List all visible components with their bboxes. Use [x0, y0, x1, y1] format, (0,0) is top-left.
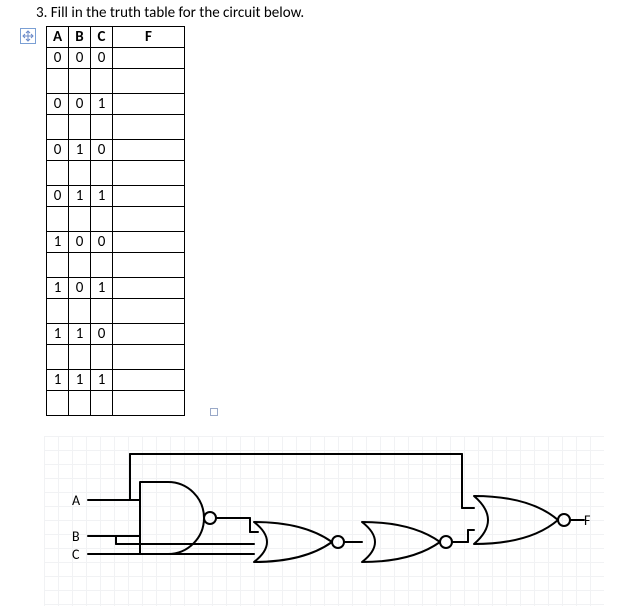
table-row: 1 1 1	[47, 370, 185, 391]
col-header-f: F	[113, 27, 185, 48]
table-blank-row	[47, 299, 185, 324]
circuit-svg	[44, 436, 604, 606]
table-blank-row	[47, 207, 185, 232]
cell-f[interactable]	[113, 48, 185, 69]
question-prompt: 3. Fill in the truth table for the circu…	[36, 4, 304, 22]
table-header-row: A B C F	[47, 27, 185, 48]
cell-b: 0	[69, 278, 91, 299]
col-header-a: A	[47, 27, 69, 48]
cell-f[interactable]	[113, 186, 185, 207]
cell-b: 0	[69, 232, 91, 253]
table-blank-row	[47, 253, 185, 278]
table-blank-row	[47, 345, 185, 370]
cell-c: 1	[91, 94, 113, 115]
table-blank-row	[47, 391, 185, 416]
table-row: 1 0 0	[47, 232, 185, 253]
col-header-c: C	[91, 27, 113, 48]
circuit-diagram: A B C F	[44, 436, 604, 606]
cell-c: 1	[91, 186, 113, 207]
cell-b: 1	[69, 140, 91, 161]
cell-f[interactable]	[113, 94, 185, 115]
cell-b: 1	[69, 186, 91, 207]
cell-a: 0	[47, 140, 69, 161]
table-resize-handle-icon[interactable]	[210, 408, 218, 416]
cell-a: 1	[47, 232, 69, 253]
cell-f[interactable]	[113, 324, 185, 345]
cell-a: 0	[47, 186, 69, 207]
cell-b: 0	[69, 48, 91, 69]
table-row: 0 0 1	[47, 94, 185, 115]
cell-c: 0	[91, 140, 113, 161]
col-header-b: B	[69, 27, 91, 48]
table-row: 0 1 0	[47, 140, 185, 161]
cell-b: 1	[69, 370, 91, 391]
cell-a: 0	[47, 94, 69, 115]
cell-b: 1	[69, 324, 91, 345]
cell-c: 1	[91, 370, 113, 391]
table-row: 1 0 1	[47, 278, 185, 299]
cell-a: 0	[47, 48, 69, 69]
cell-f[interactable]	[113, 232, 185, 253]
cell-c: 1	[91, 278, 113, 299]
truth-table: A B C F 0 0 0 0 0 1 0 1 0 0 1 1 1 0 0 1	[46, 26, 185, 416]
cell-f[interactable]	[113, 370, 185, 391]
cell-c: 0	[91, 48, 113, 69]
cell-f[interactable]	[113, 140, 185, 161]
table-anchor-icon[interactable]	[20, 28, 36, 44]
cell-a: 1	[47, 324, 69, 345]
cell-c: 0	[91, 324, 113, 345]
cell-f[interactable]	[113, 278, 185, 299]
table-blank-row	[47, 115, 185, 140]
table-blank-row	[47, 161, 185, 186]
table-row: 0 1 1	[47, 186, 185, 207]
cell-b: 0	[69, 94, 91, 115]
cell-a: 1	[47, 278, 69, 299]
table-blank-row	[47, 69, 185, 94]
table-row: 1 1 0	[47, 324, 185, 345]
cell-c: 0	[91, 232, 113, 253]
table-row: 0 0 0	[47, 48, 185, 69]
cell-a: 1	[47, 370, 69, 391]
